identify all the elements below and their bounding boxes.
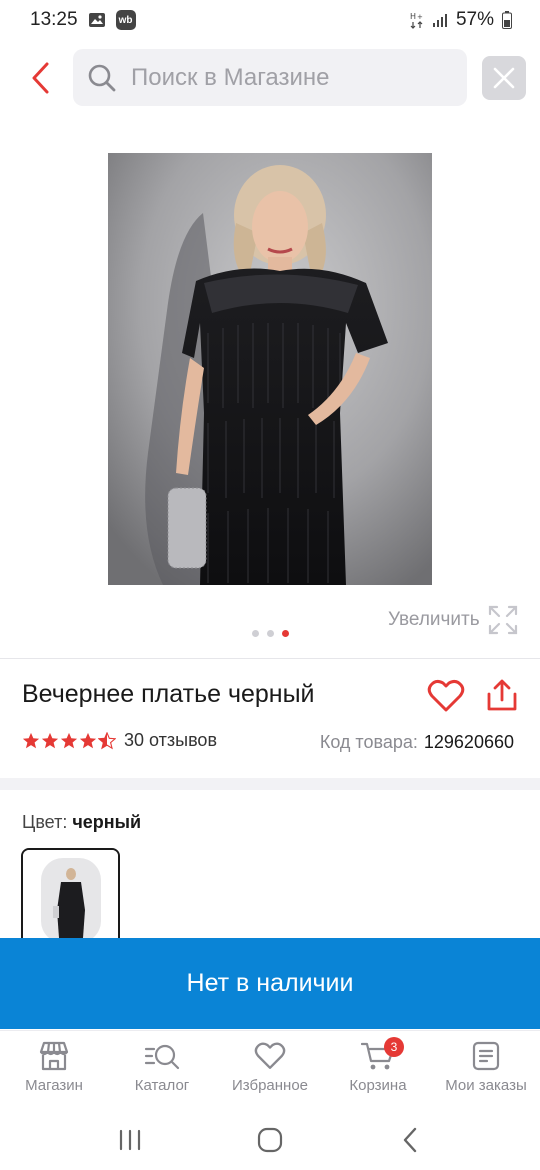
color-label: Цвет: [22,812,68,832]
color-row: Цвет: черный [22,812,141,833]
zoom-label: Увеличить [388,609,480,630]
star-icon [22,732,40,748]
section-divider [0,778,540,790]
home-button[interactable] [245,1120,295,1160]
color-value: черный [72,812,142,832]
search-icon [88,64,116,91]
sku-value: 129620660 [423,732,514,752]
close-button[interactable] [482,56,526,100]
star-half-icon [98,731,116,749]
chevron-left-icon [32,62,49,94]
nav-label: Корзина [349,1077,407,1094]
status-bar: 13:25 wb H + 57% [0,0,540,40]
svg-text:H: H [410,12,416,21]
recent-apps-button[interactable] [105,1120,155,1160]
svg-text:+: + [417,13,423,21]
star-icon [41,732,59,748]
store-icon [39,1041,69,1071]
color-swatch-black[interactable] [21,848,120,948]
search-header [0,48,540,108]
nav-item-store[interactable]: Магазин [0,1041,108,1094]
nav-label: Каталог [134,1077,190,1094]
product-title: Вечернее платье черный [22,680,315,708]
status-time: 13:25 [30,9,78,30]
swatch-thumbnail [23,850,118,946]
system-nav [0,1110,540,1170]
nav-label: Мои заказы [445,1077,527,1094]
reviews-link[interactable]: 30 отзывов [124,730,217,751]
share-icon [487,679,517,711]
orders-icon [472,1041,500,1071]
gallery-dots [252,630,289,637]
search-box[interactable] [73,49,467,106]
favorite-button[interactable] [425,676,467,716]
recent-apps-icon [119,1129,141,1151]
gallery-dot[interactable] [267,630,274,637]
rating-row: 30 отзывов [22,730,217,751]
chevron-left-icon [403,1127,417,1153]
gallery-dot-active[interactable] [282,630,289,637]
product-image[interactable] [108,153,432,585]
status-left: 13:25 wb [30,9,136,31]
home-icon [257,1127,283,1153]
bottom-nav: Магазин Каталог Избранное 3 Корзина Мои … [0,1030,540,1110]
catalog-search-icon [144,1044,180,1070]
heart-icon [427,679,465,712]
wb-notification-icon: wb [115,10,136,30]
zoom-link[interactable]: Увеличить [388,605,518,635]
status-right: H + 57% [410,9,512,31]
back-system-button[interactable] [385,1120,435,1160]
share-button[interactable] [482,674,522,716]
mobile-data-icon: H + [410,11,424,29]
signal-icon [432,12,448,28]
divider [0,658,540,659]
nav-label: Избранное [231,1077,309,1094]
close-icon [493,67,515,89]
out-of-stock-button[interactable]: Нет в наличии [0,938,540,1029]
expand-icon [488,605,517,635]
sku-label: Код товара: [319,732,418,752]
star-icon [79,732,97,748]
sku-row: Код товара: 129620660 [320,732,514,753]
nav-item-favorites[interactable]: Избранное [216,1041,324,1094]
search-input[interactable] [131,63,451,92]
heart-icon [254,1042,286,1069]
gallery-notification-icon [88,12,106,28]
nav-item-catalog[interactable]: Каталог [108,1041,216,1094]
dress-photo [108,153,432,585]
battery-percent: 57% [455,9,494,30]
nav-item-cart[interactable]: 3 Корзина [324,1037,432,1094]
nav-item-orders[interactable]: Мои заказы [432,1041,540,1094]
cart-badge: 3 [384,1037,404,1057]
gallery-dot[interactable] [252,630,259,637]
back-button[interactable] [22,58,58,98]
rating-stars [22,731,116,750]
battery-icon [502,11,512,29]
star-icon [60,732,78,748]
nav-label: Магазин [25,1077,83,1094]
